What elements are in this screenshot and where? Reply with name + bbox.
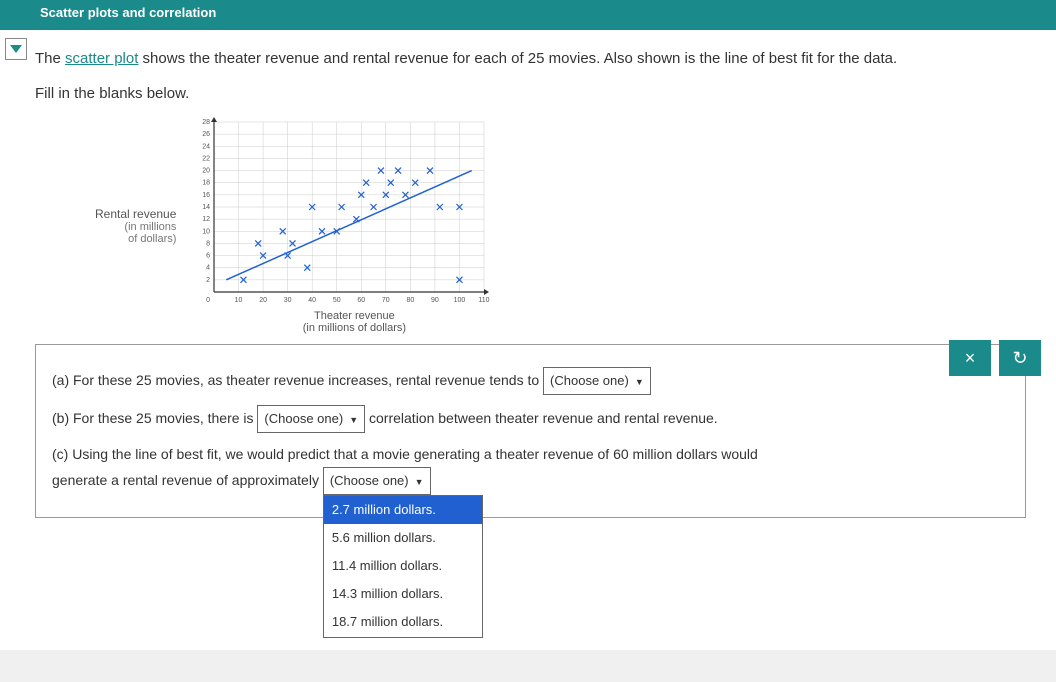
svg-text:70: 70 bbox=[382, 297, 390, 304]
dropdown-c-option[interactable]: 11.4 million dollars. bbox=[324, 552, 482, 580]
intro-suffix: shows the theater revenue and rental rev… bbox=[138, 50, 897, 67]
svg-text:22: 22 bbox=[203, 155, 211, 162]
dropdown-c-option[interactable]: 18.7 million dollars. bbox=[324, 608, 482, 636]
svg-text:28: 28 bbox=[203, 119, 211, 126]
chart-container: Rental revenue (in millions of dollars) … bbox=[95, 117, 1026, 334]
expand-toggle[interactable] bbox=[5, 38, 27, 60]
svg-text:10: 10 bbox=[203, 228, 211, 235]
question-a: (a) For these 25 movies, as theater reve… bbox=[52, 367, 1009, 395]
dropdown-b[interactable]: (Choose one) bbox=[257, 405, 365, 433]
svg-text:12: 12 bbox=[203, 216, 211, 223]
svg-text:80: 80 bbox=[407, 297, 415, 304]
svg-text:26: 26 bbox=[203, 131, 211, 138]
scatter-chart: 1020304050607080901001102468101214161820… bbox=[184, 117, 494, 307]
dropdown-c-option[interactable]: 2.7 million dollars. bbox=[324, 496, 482, 524]
svg-text:6: 6 bbox=[206, 253, 210, 260]
question-c: (c) Using the line of best fit, we would… bbox=[52, 443, 1009, 495]
svg-text:30: 30 bbox=[284, 297, 292, 304]
svg-text:24: 24 bbox=[203, 143, 211, 150]
page-title: Scatter plots and correlation bbox=[0, 0, 1056, 25]
svg-text:4: 4 bbox=[206, 265, 210, 272]
svg-text:18: 18 bbox=[203, 180, 211, 187]
x-axis-label: Theater revenue (in millions of dollars) bbox=[214, 310, 494, 334]
svg-text:50: 50 bbox=[333, 297, 341, 304]
scatter-plot-link[interactable]: scatter plot bbox=[65, 50, 138, 67]
problem-intro: The scatter plot shows the theater reven… bbox=[35, 45, 1026, 72]
questions-box: (a) For these 25 movies, as theater reve… bbox=[35, 344, 1026, 518]
svg-text:10: 10 bbox=[235, 297, 243, 304]
close-button[interactable]: × bbox=[949, 340, 991, 376]
svg-text:40: 40 bbox=[309, 297, 317, 304]
reset-button[interactable]: ↻ bbox=[999, 340, 1041, 376]
svg-text:20: 20 bbox=[260, 297, 268, 304]
dropdown-c-option[interactable]: 14.3 million dollars. bbox=[324, 580, 482, 608]
dropdown-c[interactable]: (Choose one) bbox=[323, 467, 431, 495]
svg-text:14: 14 bbox=[203, 204, 211, 211]
question-b: (b) For these 25 movies, there is (Choos… bbox=[52, 405, 1009, 433]
svg-text:8: 8 bbox=[206, 240, 210, 247]
dropdown-a[interactable]: (Choose one) bbox=[543, 367, 651, 395]
y-axis-label: Rental revenue (in millions of dollars) bbox=[95, 207, 176, 245]
svg-text:60: 60 bbox=[358, 297, 366, 304]
svg-text:16: 16 bbox=[203, 192, 211, 199]
svg-text:20: 20 bbox=[203, 168, 211, 175]
chevron-down-icon bbox=[10, 45, 22, 53]
svg-text:110: 110 bbox=[479, 297, 490, 304]
dropdown-c-option[interactable]: 5.6 million dollars. bbox=[324, 524, 482, 552]
svg-text:100: 100 bbox=[454, 297, 466, 304]
instruction: Fill in the blanks below. bbox=[35, 80, 1026, 107]
intro-prefix: The bbox=[35, 50, 65, 67]
svg-text:0: 0 bbox=[206, 297, 210, 304]
svg-text:2: 2 bbox=[206, 277, 210, 284]
svg-text:90: 90 bbox=[431, 297, 439, 304]
dropdown-c-menu: 2.7 million dollars.5.6 million dollars.… bbox=[323, 495, 483, 637]
